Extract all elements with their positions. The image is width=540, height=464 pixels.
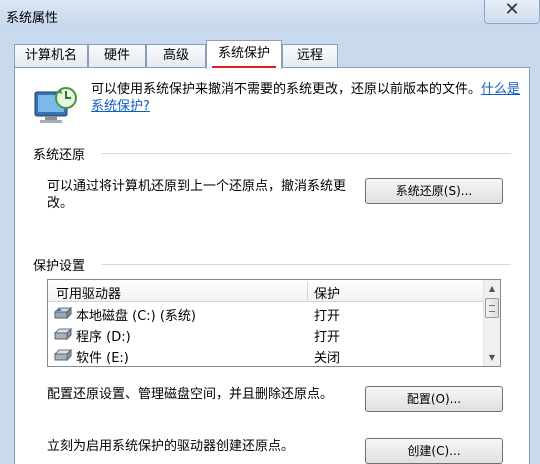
drive-protection-state: 关闭: [314, 351, 341, 366]
configure-description: 配置还原设置、管理磁盘空间，并且删除还原点。: [47, 387, 334, 402]
system-restore-heading: 系统还原: [33, 148, 86, 163]
scroll-up-icon[interactable]: ▲: [484, 280, 500, 297]
protection-settings-heading: 保护设置: [33, 259, 86, 274]
column-header-drives[interactable]: 可用驱动器: [56, 283, 121, 302]
tab-advanced[interactable]: 高级: [146, 44, 206, 68]
list-item[interactable]: 软件 (E:) 关闭: [48, 345, 485, 366]
drive-list[interactable]: 可用驱动器 保护 本地磁盘 (C:) (系统) 打开 程序 (D:) 打开 软件…: [47, 279, 501, 367]
list-item[interactable]: 本地磁盘 (C:) (系统) 打开: [48, 303, 485, 324]
hard-drive-icon: [54, 328, 72, 340]
title-bar: 系统属性 ✕: [0, 0, 540, 30]
drive-name: 程序 (D:): [76, 330, 131, 345]
create-button[interactable]: 创建(C)...: [365, 438, 503, 464]
close-button[interactable]: ✕: [484, 0, 540, 24]
system-protection-icon: [34, 87, 77, 123]
intro-description: 可以使用系统保护来撤消不需要的系统更改，还原以前版本的文件。: [91, 82, 482, 97]
tab-label: 系统保护: [217, 46, 270, 61]
scroll-thumb[interactable]: [485, 298, 499, 318]
drive-protection-state: 打开: [314, 309, 341, 324]
window-title: 系统属性: [6, 11, 59, 26]
list-header: 可用驱动器 保护: [48, 280, 485, 302]
system-drive-icon: [54, 307, 72, 319]
close-icon: ✕: [504, 0, 520, 20]
tab-hardware[interactable]: 硬件: [88, 44, 146, 68]
drive-name: 软件 (E:): [76, 351, 129, 366]
hard-drive-icon: [54, 349, 72, 361]
divider: [101, 264, 511, 265]
active-tab-marker: [212, 66, 276, 68]
tab-label: 远程: [296, 48, 323, 63]
system-restore-description: 可以通过将计算机还原到上一个还原点，撤消系统更改。: [47, 179, 347, 211]
drive-protection-state: 打开: [314, 330, 341, 345]
tab-label: 计算机名: [24, 48, 77, 63]
system-restore-button[interactable]: 系统还原(S)...: [365, 178, 503, 204]
configure-button[interactable]: 配置(O)...: [365, 386, 503, 412]
column-separator[interactable]: [307, 282, 308, 300]
vertical-scrollbar[interactable]: ▲ ▼: [483, 280, 500, 366]
drive-name: 本地磁盘 (C:) (系统): [76, 309, 197, 324]
tab-label: 硬件: [103, 48, 130, 63]
system-protection-panel: 可以使用系统保护来撤消不需要的系统更改，还原以前版本的文件。什么是系统保护? 系…: [14, 67, 530, 464]
tab-remote[interactable]: 远程: [282, 44, 338, 68]
tab-label: 高级: [162, 48, 189, 63]
divider: [101, 153, 511, 154]
tab-computer-name[interactable]: 计算机名: [14, 44, 88, 68]
intro-text: 可以使用系统保护来撤消不需要的系统更改，还原以前版本的文件。什么是系统保护?: [91, 81, 521, 115]
column-header-protection[interactable]: 保护: [314, 283, 340, 302]
create-description: 立刻为启用系统保护的驱动器创建还原点。: [47, 439, 295, 454]
list-item[interactable]: 程序 (D:) 打开: [48, 324, 485, 345]
tab-system-protection[interactable]: 系统保护: [206, 40, 282, 69]
scroll-down-icon[interactable]: ▼: [484, 349, 500, 366]
